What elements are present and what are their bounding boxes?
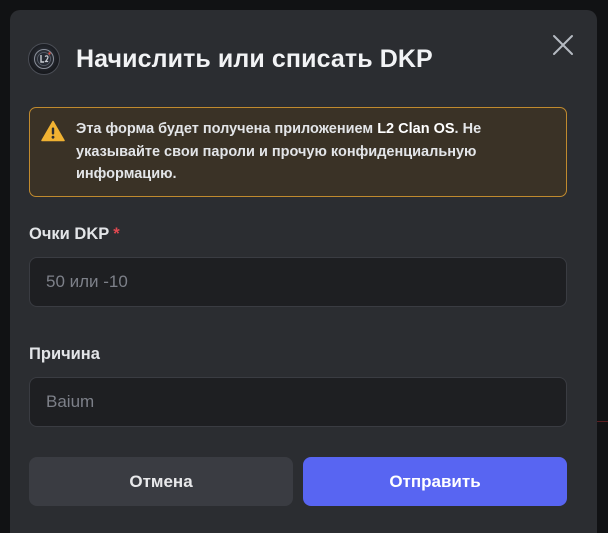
required-marker: * bbox=[113, 225, 120, 243]
warning-text-start: Эта форма будет получена приложением bbox=[76, 121, 378, 137]
warning-text: Эта форма будет получена приложением L2 … bbox=[76, 118, 552, 186]
app-name: L2 Clan OS bbox=[377, 121, 455, 137]
close-icon bbox=[553, 35, 573, 55]
cancel-button[interactable]: Отмена bbox=[29, 457, 293, 506]
privacy-warning: Эта форма будет получена приложением L2 … bbox=[29, 107, 567, 197]
background-divider bbox=[597, 421, 608, 422]
dkp-dialog: Начислить или списать DKP Эта форма буде… bbox=[10, 10, 597, 533]
close-button[interactable] bbox=[550, 32, 576, 58]
dialog-title: Начислить или списать DKP bbox=[76, 44, 433, 73]
submit-button[interactable]: Отправить bbox=[303, 457, 567, 506]
dialog-header: Начислить или списать DKP bbox=[28, 41, 433, 77]
reason-label: Причина bbox=[29, 345, 100, 363]
points-label-text: Очки DKP bbox=[29, 225, 110, 243]
warning-icon bbox=[41, 120, 65, 142]
dkp-points-input[interactable] bbox=[29, 257, 567, 307]
reason-input[interactable] bbox=[29, 377, 567, 427]
l2-clan-logo-icon bbox=[28, 43, 60, 75]
points-label: Очки DKP * bbox=[29, 225, 120, 244]
